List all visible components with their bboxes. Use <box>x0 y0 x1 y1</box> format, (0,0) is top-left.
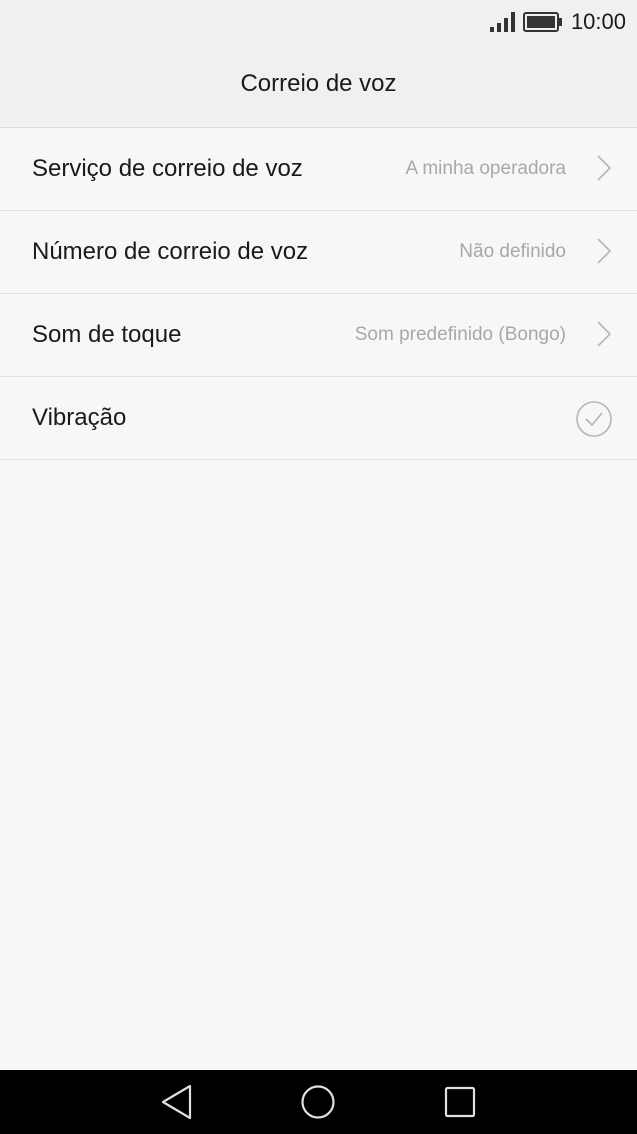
signal-icon <box>489 12 515 32</box>
checkmark-circle-icon[interactable] <box>575 400 613 438</box>
chevron-right-icon <box>597 321 611 347</box>
setting-voicemail-service[interactable]: Serviço de correio de voz A minha operad… <box>0 128 637 211</box>
chevron-right-icon <box>597 238 611 264</box>
setting-value: Não definido <box>459 241 566 262</box>
back-icon[interactable] <box>160 1083 194 1121</box>
recents-icon[interactable] <box>443 1083 477 1121</box>
status-bar: 10:00 <box>0 0 637 44</box>
clock: 10:00 <box>570 9 626 34</box>
setting-voicemail-number[interactable]: Número de correio de voz Não definido <box>0 211 637 294</box>
setting-value: A minha operadora <box>405 158 566 179</box>
setting-label: Serviço de correio de voz <box>32 155 303 182</box>
settings-list: Serviço de correio de voz A minha operad… <box>0 128 637 460</box>
setting-label: Número de correio de voz <box>32 238 309 265</box>
setting-value: Som predefinido (Bongo) <box>354 324 566 345</box>
header: Correio de voz <box>0 44 637 128</box>
navigation-bar <box>0 1070 637 1134</box>
status-icons: 10:00 <box>489 0 626 44</box>
setting-ringtone[interactable]: Som de toque Som predefinido (Bongo) <box>0 294 637 377</box>
page-title: Correio de voz <box>240 69 397 97</box>
chevron-right-icon <box>597 155 611 181</box>
setting-label: Som de toque <box>32 321 182 348</box>
setting-label: Vibração <box>32 404 127 431</box>
battery-icon <box>522 12 562 32</box>
setting-vibration[interactable]: Vibração <box>0 377 637 460</box>
home-icon[interactable] <box>300 1083 336 1121</box>
